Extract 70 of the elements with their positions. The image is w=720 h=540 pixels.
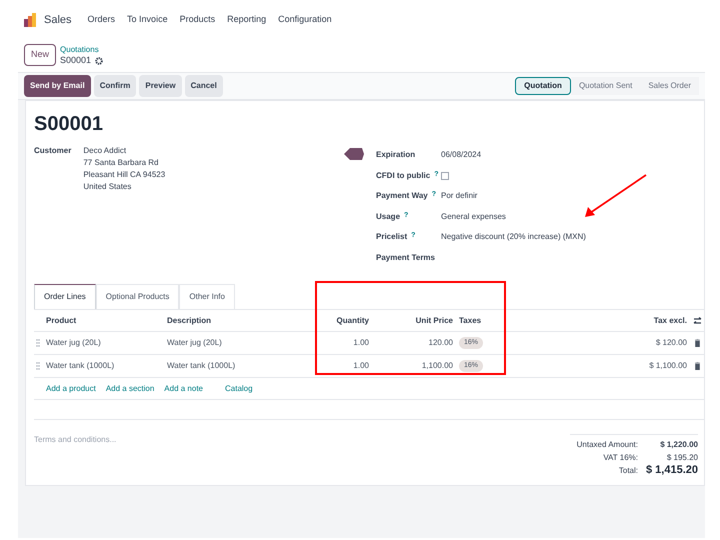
menu-item[interactable]: To Invoice [127,13,168,27]
table-cell-text: Water tank (1000L) [167,360,236,372]
field-label: CFDI to public [376,170,430,182]
table-cell-text: Water jug (20L) [46,337,102,349]
record-name: S00001 [60,55,92,66]
total-label: Total: [618,464,638,476]
status-stage[interactable]: Quotation [515,77,571,95]
trash-icon[interactable] [693,362,702,370]
column-header[interactable]: Tax excl. [654,314,687,326]
terms-field[interactable]: Terms and conditions... [34,434,334,446]
breadcrumb-link[interactable]: Quotations [60,44,104,55]
add-line-link[interactable]: Add a section [106,382,154,394]
address-line[interactable]: Deco Addict [83,145,166,157]
table-cell: 1,100.00 [422,360,453,372]
column-header[interactable]: Taxes [459,314,589,326]
menu-item[interactable]: Orders [88,13,116,27]
menu-item[interactable]: Products [180,13,216,27]
total-label: VAT 16%: [603,452,638,464]
field-label: Payment Way [376,190,428,202]
tab[interactable]: Other Info [179,284,235,309]
add-line-link[interactable]: Add a product [46,382,96,394]
gear-icon[interactable] [95,56,104,64]
tab[interactable]: Order Lines [34,284,96,309]
field-value[interactable]: Negative discount (20% increase) (MXN) [441,231,586,244]
trash-icon[interactable] [693,339,702,347]
tag-icon [344,147,364,161]
total-label: Untaxed Amount: [576,438,638,450]
menu-item[interactable]: Configuration [278,13,332,27]
add-line-link[interactable]: Add a note [164,382,203,394]
table-cell: $ 1,100.00 [649,360,687,372]
total-value: $ 195.20 [666,452,698,464]
tab[interactable]: Optional Products [96,284,180,309]
field-label: Payment Terms [376,252,435,264]
field-label: Expiration [376,149,416,162]
field-value[interactable]: General expenses [441,210,506,223]
field-label: Usage [376,210,400,223]
table-cell-text: Water jug (20L) [167,337,223,349]
address-line: United States [83,181,132,193]
status-stage[interactable]: Quotation Sent [570,77,640,95]
table-cell: 1.00 [353,337,369,349]
status-stage[interactable]: Sales Order [640,77,699,95]
table-cell: 120.00 [428,337,453,349]
total-value: $ 1,415.20 [646,463,698,478]
settings-toggle-icon[interactable] [693,316,702,324]
column-header[interactable]: Quantity [336,314,369,326]
add-line-link[interactable]: Catalog [225,382,253,394]
arrow [584,174,647,218]
column-header[interactable]: Description [167,314,257,326]
field-value[interactable]: Por definir [441,190,478,202]
total-value: $ 1,220.00 [659,438,698,450]
new-button[interactable]: New [24,44,56,66]
app-logo-icon[interactable] [24,13,36,27]
address-line: 77 Santa Barbara Rd [83,157,160,169]
table-cell: $ 120.00 [656,337,687,349]
address-line: Pleasant Hill CA 94523 [83,169,166,181]
field-label: Customer [34,145,72,157]
column-header[interactable]: Product [46,314,167,326]
menu-item[interactable]: Reporting [227,13,266,27]
table-cell-text: Water tank (1000L) [46,360,116,372]
table-cell: 1.00 [353,360,369,372]
checkbox[interactable] [441,172,449,180]
action-button[interactable]: Preview [139,75,182,97]
app-name[interactable]: Sales [44,12,72,28]
field-label: Pricelist [376,231,408,244]
action-button[interactable]: Confirm [94,75,136,97]
field-value[interactable]: 06/08/2024 [441,149,482,162]
action-button[interactable]: Cancel [184,75,223,97]
action-button[interactable]: Send by Email [24,75,91,97]
record-title: S00001 [34,112,104,137]
column-header[interactable]: Unit Price [416,314,453,326]
